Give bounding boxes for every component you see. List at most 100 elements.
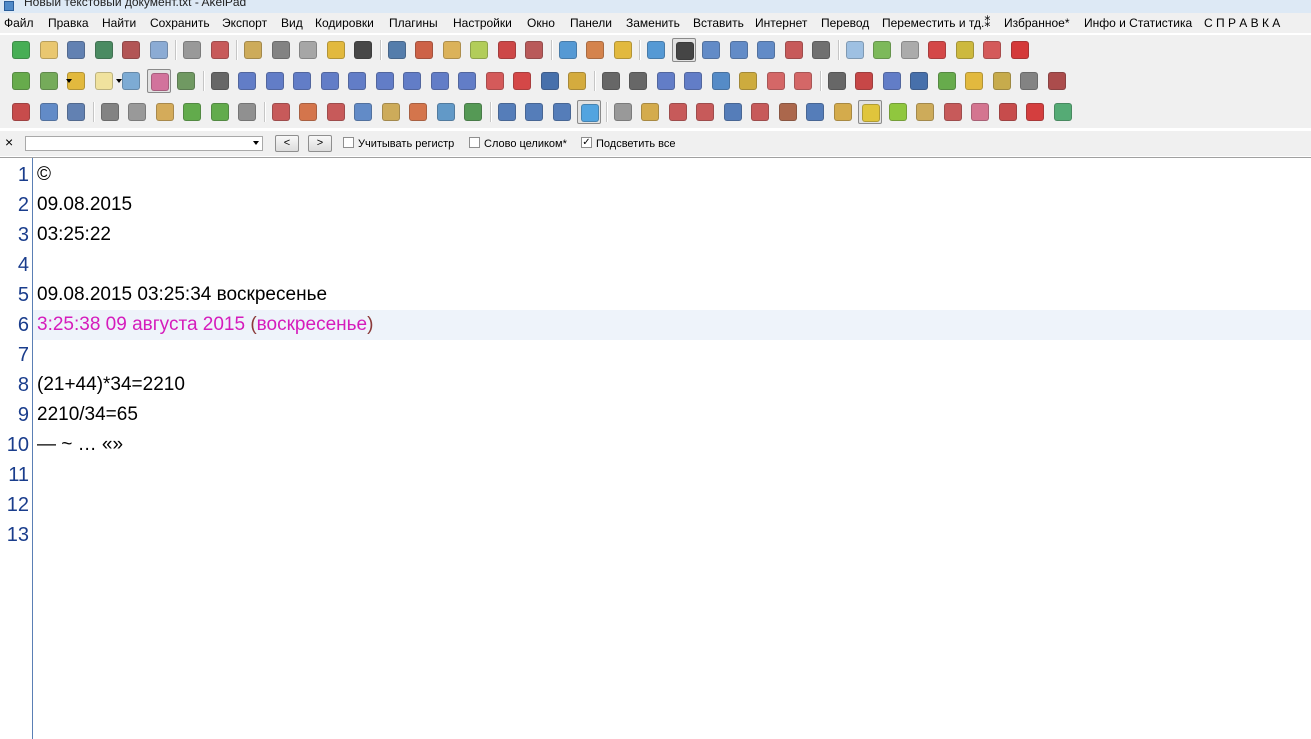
text-line[interactable]: © bbox=[37, 160, 51, 190]
scroll-button[interactable] bbox=[843, 38, 867, 62]
close-circle-button[interactable] bbox=[351, 38, 375, 62]
match-case-checkbox[interactable] bbox=[343, 137, 354, 148]
dropdown-arrow-icon[interactable] bbox=[116, 79, 122, 83]
search-button[interactable] bbox=[495, 100, 519, 124]
hr-button[interactable] bbox=[235, 69, 259, 93]
quote-mark-button[interactable] bbox=[681, 69, 705, 93]
menu-item-2[interactable]: Найти bbox=[102, 16, 136, 30]
arrow-right-button[interactable] bbox=[455, 69, 479, 93]
menu-item-13[interactable]: Интернет bbox=[755, 16, 807, 30]
export-button[interactable] bbox=[935, 69, 959, 93]
tilde-button[interactable] bbox=[263, 69, 287, 93]
menu-item-5[interactable]: Вид bbox=[281, 16, 303, 30]
notes-button[interactable] bbox=[467, 38, 491, 62]
align-button[interactable] bbox=[208, 69, 232, 93]
close-find-icon[interactable]: × bbox=[5, 134, 13, 150]
calc-button[interactable] bbox=[483, 69, 507, 93]
chart-button[interactable] bbox=[434, 100, 458, 124]
copy-button[interactable] bbox=[296, 38, 320, 62]
arrows-h-button[interactable] bbox=[803, 100, 827, 124]
scissors-button[interactable] bbox=[269, 38, 293, 62]
menu-item-0[interactable]: Файл bbox=[4, 16, 34, 30]
find-input[interactable] bbox=[25, 136, 263, 151]
dropdown-arrow-icon[interactable] bbox=[66, 79, 72, 83]
ellipsis-button[interactable] bbox=[290, 69, 314, 93]
window-button[interactable] bbox=[37, 100, 61, 124]
calc-red-button[interactable] bbox=[510, 69, 534, 93]
wrap-button[interactable] bbox=[671, 38, 696, 62]
numbers-button[interactable] bbox=[699, 38, 723, 62]
spell-check-button[interactable] bbox=[782, 38, 806, 62]
find-next-button[interactable]: > bbox=[308, 135, 332, 152]
stop-button[interactable] bbox=[925, 38, 949, 62]
briefcase-button[interactable] bbox=[776, 100, 800, 124]
section-button[interactable] bbox=[736, 69, 760, 93]
copy-small-button[interactable] bbox=[125, 100, 149, 124]
menu-item-11[interactable]: Заменить bbox=[626, 16, 680, 30]
text-line[interactable]: 2210/34=65 bbox=[37, 400, 138, 430]
find-prev-button[interactable]: < bbox=[275, 135, 299, 152]
save-as-button[interactable] bbox=[119, 38, 143, 62]
text-line[interactable]: 03:25:22 bbox=[37, 220, 111, 250]
puzzle-button[interactable] bbox=[870, 38, 894, 62]
text-line[interactable]: — ~ … «» bbox=[37, 430, 123, 460]
remove-button[interactable] bbox=[852, 69, 876, 93]
menu-item-3[interactable]: Сохранить bbox=[150, 16, 210, 30]
marker-button[interactable] bbox=[941, 100, 965, 124]
paint-button[interactable] bbox=[583, 38, 607, 62]
whole-word-checkbox[interactable] bbox=[469, 137, 480, 148]
word-button[interactable] bbox=[907, 69, 931, 93]
m-button[interactable] bbox=[886, 100, 910, 124]
menu-item-7[interactable]: Плагины bbox=[389, 16, 438, 30]
chevron-down-icon[interactable] bbox=[253, 141, 259, 145]
font-a-button[interactable] bbox=[556, 38, 580, 62]
underline-button[interactable] bbox=[880, 69, 904, 93]
book-red-button[interactable] bbox=[9, 100, 33, 124]
music-button[interactable] bbox=[577, 100, 601, 124]
highlight-all-checkbox[interactable]: ✓ bbox=[581, 137, 592, 148]
123-color-button[interactable] bbox=[406, 100, 430, 124]
list-num-button[interactable] bbox=[379, 100, 403, 124]
user-button[interactable] bbox=[146, 69, 171, 93]
text-editor[interactable]: 1 © 2 09.08.2015 3 03:25:22 4 5 09.08.2015 03:25… bbox=[0, 157, 1311, 739]
arrow-down-button[interactable] bbox=[626, 69, 650, 93]
text-line[interactable]: 3:25:38 09 августа 2015 (воскресенье) bbox=[37, 310, 373, 340]
save-button[interactable] bbox=[64, 38, 88, 62]
save-all-button[interactable] bbox=[92, 38, 116, 62]
sort-num-button[interactable] bbox=[324, 100, 348, 124]
open-button[interactable] bbox=[37, 38, 61, 62]
numbers-2-button[interactable] bbox=[727, 38, 751, 62]
list-red-button[interactable] bbox=[269, 100, 293, 124]
text-line[interactable]: (21+44)*34=2210 bbox=[37, 370, 185, 400]
menu-item-12[interactable]: Вставить bbox=[693, 16, 744, 30]
menu-item-15[interactable]: Переместить и тд.⁑ bbox=[882, 16, 990, 30]
text-line[interactable]: 09.08.2015 bbox=[37, 190, 132, 220]
ru-en-button[interactable] bbox=[721, 100, 745, 124]
search-reg-button[interactable] bbox=[550, 100, 574, 124]
red-close-button[interactable] bbox=[1008, 38, 1032, 62]
print-button[interactable] bbox=[180, 38, 204, 62]
clock-button[interactable] bbox=[440, 38, 464, 62]
1c-button[interactable] bbox=[962, 69, 986, 93]
sort-az-button[interactable] bbox=[654, 69, 678, 93]
regex-button[interactable] bbox=[953, 38, 977, 62]
exit-button[interactable] bbox=[980, 38, 1004, 62]
copyright-button[interactable] bbox=[538, 69, 562, 93]
ma-button[interactable] bbox=[748, 100, 772, 124]
lines-h-button[interactable] bbox=[831, 100, 855, 124]
document-button[interactable] bbox=[147, 38, 171, 62]
num-213-button[interactable] bbox=[351, 100, 375, 124]
h-button[interactable] bbox=[461, 100, 485, 124]
down-red-button[interactable] bbox=[791, 69, 815, 93]
menu-item-10[interactable]: Панели bbox=[570, 16, 612, 30]
search-replace-button[interactable] bbox=[522, 100, 546, 124]
triangle-up-button[interactable] bbox=[644, 38, 668, 62]
blank-doc-button[interactable] bbox=[92, 69, 116, 93]
sort-button[interactable] bbox=[208, 38, 232, 62]
forward-button[interactable] bbox=[235, 100, 259, 124]
cut-button[interactable] bbox=[98, 100, 122, 124]
bulb-button[interactable] bbox=[858, 100, 882, 124]
dquote-left-button[interactable] bbox=[373, 69, 397, 93]
plusminus-button[interactable] bbox=[428, 69, 452, 93]
menu-item-9[interactable]: Окно bbox=[527, 16, 555, 30]
